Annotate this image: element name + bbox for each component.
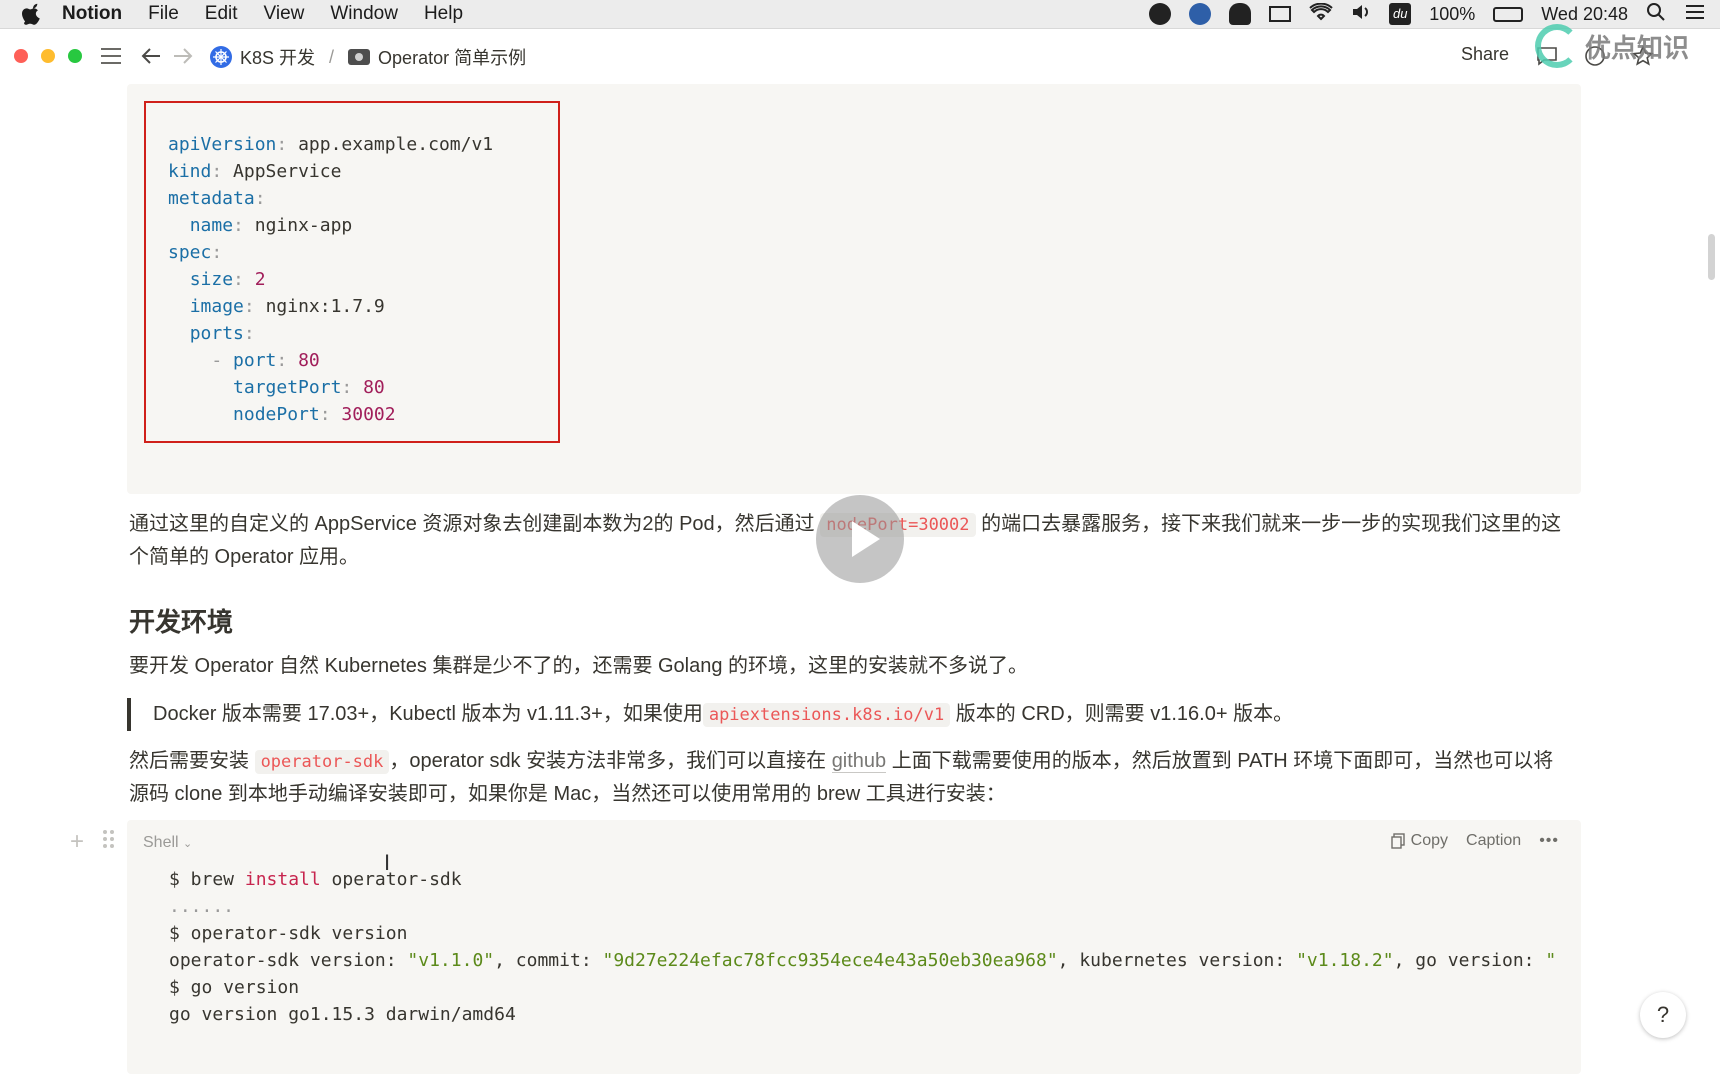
drag-handle-icon[interactable] <box>103 830 115 850</box>
memory-icon[interactable] <box>1269 6 1292 22</box>
battery-icon[interactable] <box>1493 6 1524 22</box>
shell-code: $ brew install operator-sdk...... $ opera… <box>169 866 1556 1028</box>
clock[interactable]: Wed 20:48 <box>1541 4 1628 25</box>
window-minimize-button[interactable] <box>41 49 55 63</box>
menu-window[interactable]: Window <box>330 3 398 25</box>
scrollbar-thumb[interactable] <box>1708 234 1715 280</box>
quote-text-before: Docker 版本需要 17.03+，Kubectl 版本为 v1.11.3+，… <box>153 703 703 725</box>
breadcrumb-item-k8s[interactable]: K8S 开发 <box>240 44 315 70</box>
github-link[interactable]: github <box>831 750 887 773</box>
yaml-line: ports: <box>189 323 255 344</box>
copy-icon <box>1390 833 1405 849</box>
app-status-icon[interactable] <box>1149 3 1172 25</box>
share-button[interactable]: Share <box>1461 44 1509 65</box>
menu-app-name[interactable]: Notion <box>62 3 122 25</box>
para3-text-mid: ，operator sdk 安装方法非常多，我们可以直接在 <box>389 750 832 772</box>
quote-block[interactable]: Docker 版本需要 17.03+，Kubectl 版本为 v1.11.3+，… <box>127 698 1593 731</box>
breadcrumb: K8S 开发 / Operator 简单示例 <box>210 44 526 70</box>
du-icon[interactable]: du <box>1389 3 1412 25</box>
shell-line: ...... <box>169 896 235 917</box>
yaml-line: targetPort: 80 <box>233 377 385 398</box>
volume-icon[interactable] <box>1351 3 1371 26</box>
search-icon[interactable] <box>1646 2 1666 27</box>
shell-line: operator-sdk version: "v1.1.0", commit: … <box>169 950 1557 971</box>
watermark-text: 优点知识 <box>1585 32 1690 63</box>
shell-line: $ brew install operator-sdk <box>169 869 462 890</box>
inline-code-apiextensions: apiextensions.k8s.io/v1 <box>702 703 951 727</box>
shell-line: go version go1.15.3 darwin/amd64 <box>169 1004 516 1025</box>
camera-icon <box>348 49 371 65</box>
shell-line: $ go version <box>169 977 300 998</box>
watermark-logo-icon <box>1535 24 1579 68</box>
para1-text-before: 通过这里的自定义的 AppService 资源对象去创建副本数为2的 Pod，然… <box>129 513 821 535</box>
yaml-line: spec: <box>168 242 223 263</box>
watermark: 优点知识 <box>1535 24 1689 68</box>
yaml-line: size: 2 <box>189 269 266 290</box>
menu-view[interactable]: View <box>264 3 305 25</box>
cloud-status-icon[interactable] <box>1229 3 1252 25</box>
copy-label: Copy <box>1410 832 1449 849</box>
yaml-line: kind: AppService <box>168 161 342 182</box>
yaml-line: metadata: <box>168 188 266 209</box>
shell-code-block[interactable]: Shell ⌄ Copy Caption ••• $ brew install … <box>127 820 1581 1074</box>
battery-percent: 100% <box>1429 3 1476 24</box>
yaml-line: image: nginx:1.7.9 <box>189 296 385 317</box>
apple-icon[interactable] <box>22 3 42 25</box>
inline-code-operator-sdk: operator-sdk <box>254 750 390 774</box>
heading-dev-env[interactable]: 开发环境 <box>129 602 233 639</box>
paragraph-install[interactable]: 然后需要安装 operator-sdk ，operator sdk 安装方法非常多… <box>129 745 1569 810</box>
breadcrumb-separator: / <box>329 46 335 67</box>
breadcrumb-item-operator[interactable]: Operator 简单示例 <box>378 44 526 70</box>
menu-edit[interactable]: Edit <box>205 3 238 25</box>
caption-button[interactable]: Caption <box>1466 832 1521 850</box>
yaml-line: - port: 80 <box>211 350 320 371</box>
window-zoom-button[interactable] <box>68 49 82 63</box>
quote-text-after: 版本的 CRD，则需要 v1.16.0+ 版本。 <box>950 703 1294 725</box>
add-block-icon[interactable]: + <box>70 828 84 856</box>
notion-top-bar: K8S 开发 / Operator 简单示例 Share <box>0 29 1720 83</box>
menu-help[interactable]: Help <box>424 3 463 25</box>
paragraph-env[interactable]: 要开发 Operator 自然 Kubernetes 集群是少不了的，还需要 G… <box>129 650 1569 682</box>
yaml-code: apiVersion: app.example.com/v1 kind: AppS… <box>168 131 493 428</box>
control-center-icon[interactable] <box>1684 3 1706 26</box>
yaml-line: name: nginx-app <box>189 215 353 236</box>
video-play-button[interactable] <box>816 495 904 583</box>
chevron-down-icon: ⌄ <box>183 838 193 850</box>
para3-text-before: 然后需要安装 <box>129 750 255 772</box>
language-label: Shell <box>143 834 179 851</box>
back-arrow-icon[interactable] <box>138 43 164 69</box>
yaml-line: nodePort: 30002 <box>233 404 396 425</box>
window-close-button[interactable] <box>14 49 28 63</box>
forward-arrow-icon[interactable] <box>170 43 196 69</box>
text-cursor-icon: I <box>384 850 391 875</box>
kubernetes-icon <box>210 46 232 68</box>
code-block-actions: Copy Caption ••• <box>1390 832 1559 850</box>
yaml-line: apiVersion: app.example.com/v1 <box>168 134 494 155</box>
copy-button[interactable]: Copy <box>1390 832 1449 850</box>
menu-file[interactable]: File <box>148 3 179 25</box>
language-selector[interactable]: Shell ⌄ <box>143 834 192 852</box>
wifi-icon[interactable] <box>1309 2 1333 26</box>
sidebar-toggle-icon[interactable] <box>98 43 124 69</box>
more-options-icon[interactable]: ••• <box>1539 832 1559 850</box>
macos-menu-bar: Notion File Edit View Window Help du 100… <box>0 0 1720 29</box>
help-button[interactable]: ? <box>1640 992 1686 1038</box>
shell-line: $ operator-sdk version <box>169 923 408 944</box>
globe-status-icon[interactable] <box>1189 3 1212 25</box>
